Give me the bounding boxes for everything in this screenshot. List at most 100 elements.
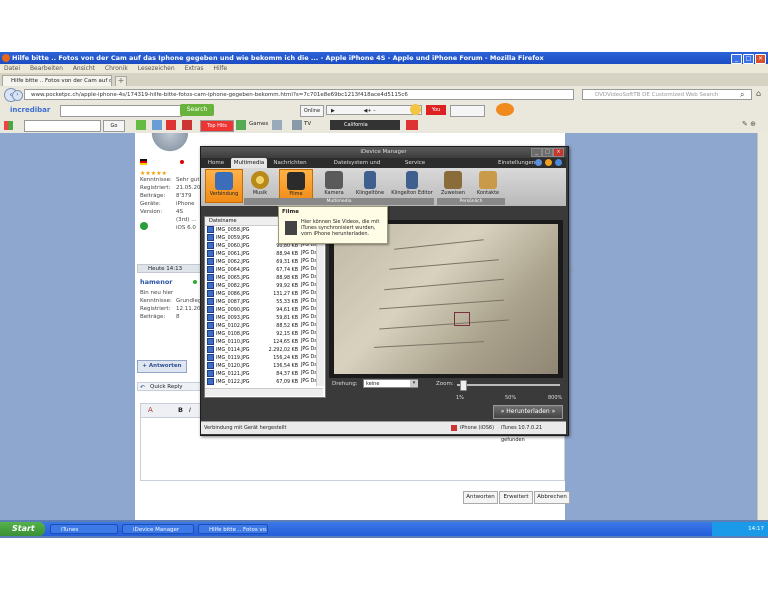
menu-extras[interactable]: Extras — [185, 65, 204, 72]
settings-menu[interactable]: Einstellungen — [498, 158, 535, 168]
go-button[interactable]: Go — [103, 120, 125, 132]
font-color-icon[interactable]: A — [148, 406, 153, 414]
toolbar-dropdown[interactable] — [24, 120, 101, 132]
smiley-icon[interactable] — [410, 104, 421, 115]
help-icon[interactable] — [545, 159, 552, 166]
italic-button[interactable]: I — [189, 406, 191, 414]
chevron-down-icon[interactable]: ▾ — [410, 380, 418, 387]
ribbon-label: Verbindung — [209, 191, 239, 197]
reply-button[interactable]: + Antworten — [137, 360, 187, 373]
monitor-icon[interactable] — [272, 120, 282, 130]
forward-icon[interactable]: › — [12, 90, 23, 101]
file-row[interactable]: IMG_0062.JPG 69,31 KB JPG Da — [207, 258, 321, 266]
url-bar[interactable]: www.pocketpc.ch/apple-iphone-4s/174319-h… — [24, 89, 574, 100]
menu-lesezeichen[interactable]: Lesezeichen — [138, 65, 175, 72]
file-row[interactable]: IMG_0061.JPG 88,94 KB JPG Da — [207, 250, 321, 258]
red-toolbar-icon[interactable] — [406, 120, 418, 130]
info-icon[interactable] — [555, 159, 562, 166]
media-player-widget[interactable]: ▶ ◀+ – — [326, 105, 422, 115]
toolbar-icon-1[interactable] — [136, 120, 146, 130]
cancel-button[interactable]: Abbrechen — [534, 491, 570, 504]
firefox-titlebar: Hilfe bitte .. Fotos von der Cam auf das… — [0, 52, 768, 64]
download-button[interactable]: » Herunterladen » — [493, 405, 563, 419]
file-row[interactable]: IMG_0121.JPG 84,37 KB JPG Da — [207, 370, 321, 378]
zoom-slider-thumb[interactable] — [460, 380, 468, 391]
mail-icon[interactable] — [496, 103, 514, 116]
menu-chronik[interactable]: Chronik — [105, 65, 128, 72]
system-tray: 14:17 — [712, 522, 768, 536]
profile-label: Registriert: — [140, 306, 171, 312]
list-horizontal-scrollbar[interactable] — [205, 388, 323, 396]
toolbar-icon-2[interactable] — [152, 120, 162, 130]
online-games-chip[interactable]: Online — [300, 105, 324, 117]
flag-icon — [140, 159, 147, 165]
incredibar-search-button[interactable]: Search — [180, 104, 214, 116]
tab-home[interactable]: Home — [203, 158, 229, 168]
page-scrollbar[interactable] — [757, 133, 768, 520]
image-file-icon — [207, 298, 214, 305]
minimize-button[interactable]: _ — [731, 54, 742, 64]
idm-close-button[interactable]: × — [553, 148, 564, 157]
idm-minimize-button[interactable]: _ — [531, 148, 542, 157]
menu-hilfe[interactable]: Hilfe — [213, 65, 227, 72]
menu-datei[interactable]: Datei — [4, 65, 20, 72]
file-row[interactable]: IMG_0086.JPG 131,27 KB JPG Da — [207, 290, 321, 298]
file-row[interactable]: IMG_0064.JPG 67,74 KB JPG Da — [207, 266, 321, 274]
tv-label[interactable]: TV — [304, 121, 311, 127]
file-row[interactable]: IMG_0102.JPG 88,52 KB JPG Da — [207, 322, 321, 330]
weather-widget[interactable]: California — [330, 120, 400, 130]
file-row[interactable]: IMG_0090.JPG 94,61 KB JPG Da — [207, 306, 321, 314]
tab-multimedia[interactable]: Multimedia — [231, 158, 267, 168]
home-icon[interactable]: ⌂ — [756, 89, 761, 98]
games-icon[interactable] — [236, 120, 246, 130]
tools-icon[interactable]: ✎ ⊕ — [742, 120, 756, 128]
bold-button[interactable]: B — [178, 406, 183, 414]
start-button[interactable]: Start — [0, 522, 45, 536]
file-row[interactable]: IMG_0122.JPG 67,09 KB JPG Da — [207, 378, 321, 386]
taskbar-item-idevice-manager[interactable]: iDevice Manager — [122, 524, 194, 534]
maximize-button[interactable]: □ — [743, 54, 754, 64]
incredibar-search-input[interactable] — [60, 105, 182, 117]
tab-nachrichten[interactable]: Nachrichten — [270, 158, 310, 168]
file-row[interactable]: IMG_0120.JPG 136,54 KB JPG Da — [207, 362, 321, 370]
user-title: Bin neu hier — [140, 290, 174, 296]
toolbar-icon-4[interactable] — [182, 120, 192, 130]
taskbar-item-firefox[interactable]: Hilfe bitte .. Fotos vo... — [198, 524, 268, 534]
youtube-icon[interactable]: You — [426, 105, 446, 115]
idm-maximize-button[interactable]: □ — [542, 148, 553, 157]
tab-service[interactable]: Service — [402, 158, 428, 168]
file-row[interactable]: IMG_0119.JPG 156,24 KB JPG Da — [207, 354, 321, 362]
file-row[interactable]: IMG_0110.JPG 124,65 KB JPG Da — [207, 338, 321, 346]
menu-bearbeiten[interactable]: Bearbeiten — [30, 65, 63, 72]
magnifier-icon[interactable]: ⌕ — [740, 90, 744, 100]
file-row[interactable]: IMG_0108.JPG 92,15 KB JPG Da — [207, 330, 321, 338]
arrow-icon[interactable] — [535, 159, 542, 166]
profile-value: 12.11.20 — [176, 306, 200, 312]
column-dateiname[interactable]: Dateiname — [205, 218, 237, 224]
menu-ansicht[interactable]: Ansicht — [73, 65, 95, 72]
file-row[interactable]: IMG_0114.JPG 2.292,02 KB JPG Da — [207, 346, 321, 354]
reply-submit-button[interactable]: Antworten — [463, 491, 498, 504]
reply-arrow-icon: ↶ — [140, 384, 146, 391]
search-input[interactable]: DVDVideoSoftTB DE Customized Web Search — [582, 89, 752, 100]
taskbar-item-itunes[interactable]: iTunes — [50, 524, 118, 534]
file-row[interactable]: IMG_0082.JPG 99,92 KB JPG Da — [207, 282, 321, 290]
zoom-slider-track[interactable] — [457, 384, 560, 386]
windows-icon[interactable] — [4, 121, 13, 130]
tab-forum-thread[interactable]: Hilfe bitte .. Fotos von der Cam auf das… — [2, 75, 112, 86]
close-button[interactable]: × — [755, 54, 766, 64]
file-name: IMG_0122.JPG — [216, 380, 250, 385]
list-vertical-scrollbar[interactable] — [316, 226, 324, 386]
advanced-button[interactable]: Erweitert — [499, 491, 533, 504]
tv-icon[interactable] — [292, 120, 302, 130]
toolbar-icon-3[interactable] — [166, 120, 176, 130]
file-row[interactable]: IMG_0087.JPG 55,33 KB JPG Da — [207, 298, 321, 306]
top-hits-button[interactable]: Top Hits — [200, 120, 234, 132]
username-link[interactable]: hamenor — [140, 278, 173, 286]
ribbon-verbindung-button[interactable]: Verbindung — [205, 169, 243, 203]
games-label[interactable]: Games — [249, 121, 268, 127]
file-row[interactable]: IMG_0065.JPG 88,98 KB JPG Da — [207, 274, 321, 282]
tab-dateisystem[interactable]: Dateisystem und Datenträger — [316, 158, 398, 176]
search-widget[interactable] — [450, 105, 485, 117]
file-row[interactable]: IMG_0093.JPG 59,81 KB JPG Da — [207, 314, 321, 322]
